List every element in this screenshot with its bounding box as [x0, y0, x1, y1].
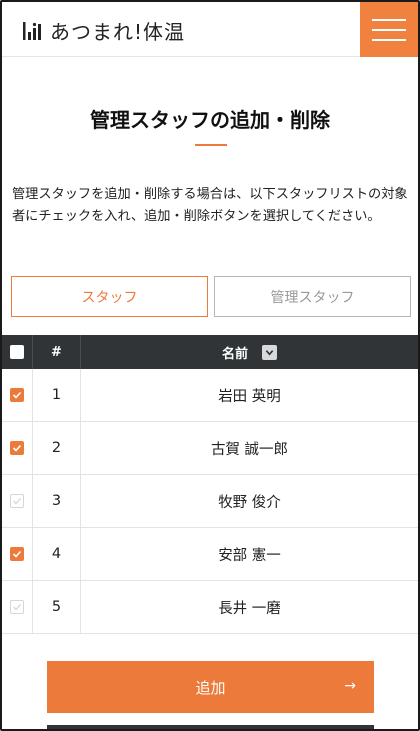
row-num: 3 — [33, 475, 81, 527]
row-checkbox[interactable] — [10, 600, 24, 614]
logo[interactable]: あつまれ!体温 — [22, 16, 185, 45]
hamburger-menu-button[interactable] — [360, 2, 418, 57]
check-icon — [12, 391, 22, 399]
row-checkbox[interactable] — [10, 388, 24, 402]
delete-button[interactable] — [47, 725, 374, 729]
sort-button[interactable] — [262, 344, 277, 360]
row-name: 古賀 誠一郎 — [210, 441, 289, 458]
table-header: # 名前 — [2, 335, 418, 369]
title-underline — [195, 144, 227, 146]
tab-admin-staff[interactable]: 管理スタッフ — [214, 276, 411, 317]
add-button[interactable]: 追加 → — [47, 661, 374, 713]
table-row: 4 安部 憲一 — [2, 528, 418, 581]
page-description: 管理スタッフを追加・削除する場合は、以下スタッフリストの対象者にチェックを入れ、… — [12, 187, 408, 224]
add-button-label: 追加 — [195, 678, 226, 697]
hamburger-icon-line — [372, 18, 406, 21]
table-row: 3 牧野 俊介 — [2, 475, 418, 528]
header-name-cell: 名前 — [81, 335, 418, 369]
app-frame: あつまれ!体温 管理スタッフの追加・削除 管理スタッフを追加・削除する場合は、以… — [0, 0, 420, 731]
check-icon — [12, 550, 22, 558]
header-name: 名前 — [221, 346, 248, 362]
select-all-checkbox[interactable] — [10, 345, 24, 359]
row-num: 1 — [33, 369, 81, 421]
row-name: 牧野 俊介 — [218, 494, 281, 511]
row-checkbox[interactable] — [10, 441, 24, 455]
row-name: 安部 憲一 — [218, 547, 281, 564]
header-check-cell — [2, 335, 33, 369]
table-row: 2 古賀 誠一郎 — [2, 422, 418, 475]
row-checkbox[interactable] — [10, 547, 24, 561]
table-row: 1 岩田 英明 — [2, 369, 418, 422]
header-num: # — [33, 335, 81, 369]
check-icon — [12, 497, 22, 505]
row-name: 長井 一磨 — [218, 600, 281, 617]
row-num: 5 — [33, 581, 81, 633]
chevron-down-icon — [265, 349, 274, 356]
logo-text: あつまれ!体温 — [50, 20, 186, 44]
hamburger-icon-line — [372, 38, 406, 41]
check-icon — [12, 603, 22, 611]
page-title: 管理スタッフの追加・削除 — [90, 108, 330, 132]
check-icon — [12, 444, 22, 452]
row-num: 4 — [33, 528, 81, 580]
table-row: 5 長井 一磨 — [2, 581, 418, 634]
app-header: あつまれ!体温 — [2, 2, 418, 57]
tab-staff[interactable]: スタッフ — [11, 276, 208, 317]
row-num: 2 — [33, 422, 81, 474]
hamburger-icon-line — [372, 28, 406, 31]
arrow-right-icon: → — [344, 678, 356, 694]
row-checkbox[interactable] — [10, 494, 24, 508]
staff-table: # 名前 1 岩田 英明 2 古賀 誠一郎 3 牧野 俊介 4 安部 憲一 5 … — [2, 335, 418, 634]
row-name: 岩田 英明 — [218, 388, 281, 405]
bar-chart-logo-icon — [23, 21, 41, 40]
